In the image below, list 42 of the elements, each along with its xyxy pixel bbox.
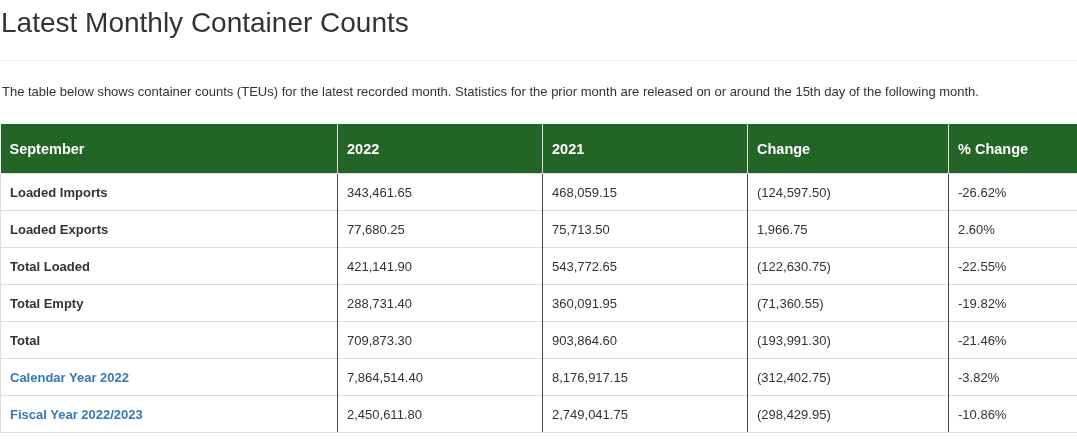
page-title: Latest Monthly Container Counts xyxy=(0,6,410,40)
table-cell: 343,461.65 xyxy=(337,173,543,211)
row-label: Total Empty xyxy=(0,284,338,322)
column-header: 2022 xyxy=(337,124,543,174)
row-label: Total xyxy=(0,321,338,359)
table-cell: 2,749,041.75 xyxy=(542,395,748,433)
intro-text: The table below shows container counts (TEUs) for the latest recorded month. Statistics for the prior month are released on or around the 15th day of the following month. xyxy=(2,83,980,101)
table-cell: -19.82% xyxy=(948,284,1077,322)
table-cell: 468,059.15 xyxy=(542,173,748,211)
table-cell: (298,429.95) xyxy=(747,395,949,433)
table-cell: (124,597.50) xyxy=(747,173,949,211)
table-cell: 421,141.90 xyxy=(337,247,543,285)
column-header: September xyxy=(0,124,338,174)
table-cell: (193,991.30) xyxy=(747,321,949,359)
table-cell: 8,176,917.15 xyxy=(542,358,748,396)
table-cell: 543,772.65 xyxy=(542,247,748,285)
row-label: Loaded Exports xyxy=(0,210,338,248)
table-cell: -26.62% xyxy=(948,173,1077,211)
row-link[interactable]: Calendar Year 2022 xyxy=(10,369,129,385)
table-cell: -21.46% xyxy=(948,321,1077,359)
table-cell: 709,873.30 xyxy=(337,321,543,359)
row-label: Total Loaded xyxy=(0,247,338,285)
table-cell: 77,680.25 xyxy=(337,210,543,248)
column-header: Change xyxy=(747,124,949,174)
table-cell: 1,966.75 xyxy=(747,210,949,248)
column-header: 2021 xyxy=(542,124,748,174)
row-label: Loaded Imports xyxy=(0,173,338,211)
table-cell: 75,713.50 xyxy=(542,210,748,248)
table-cell: -22.55% xyxy=(948,247,1077,285)
table-cell: -10.86% xyxy=(948,395,1077,433)
table-cell: 7,864,514.40 xyxy=(337,358,543,396)
table-cell: -3.82% xyxy=(948,358,1077,396)
table-cell: 288,731.40 xyxy=(337,284,543,322)
table-cell: 360,091.95 xyxy=(542,284,748,322)
table-cell: (71,360.55) xyxy=(747,284,949,322)
table-cell: (122,630.75) xyxy=(747,247,949,285)
table-cell: 2,450,611.80 xyxy=(337,395,543,433)
table-cell: 903,864.60 xyxy=(542,321,748,359)
column-header: % Change xyxy=(948,124,1077,174)
table-cell: 2.60% xyxy=(948,210,1077,248)
table-cell: (312,402.75) xyxy=(747,358,949,396)
row-link[interactable]: Fiscal Year 2022/2023 xyxy=(10,406,143,422)
